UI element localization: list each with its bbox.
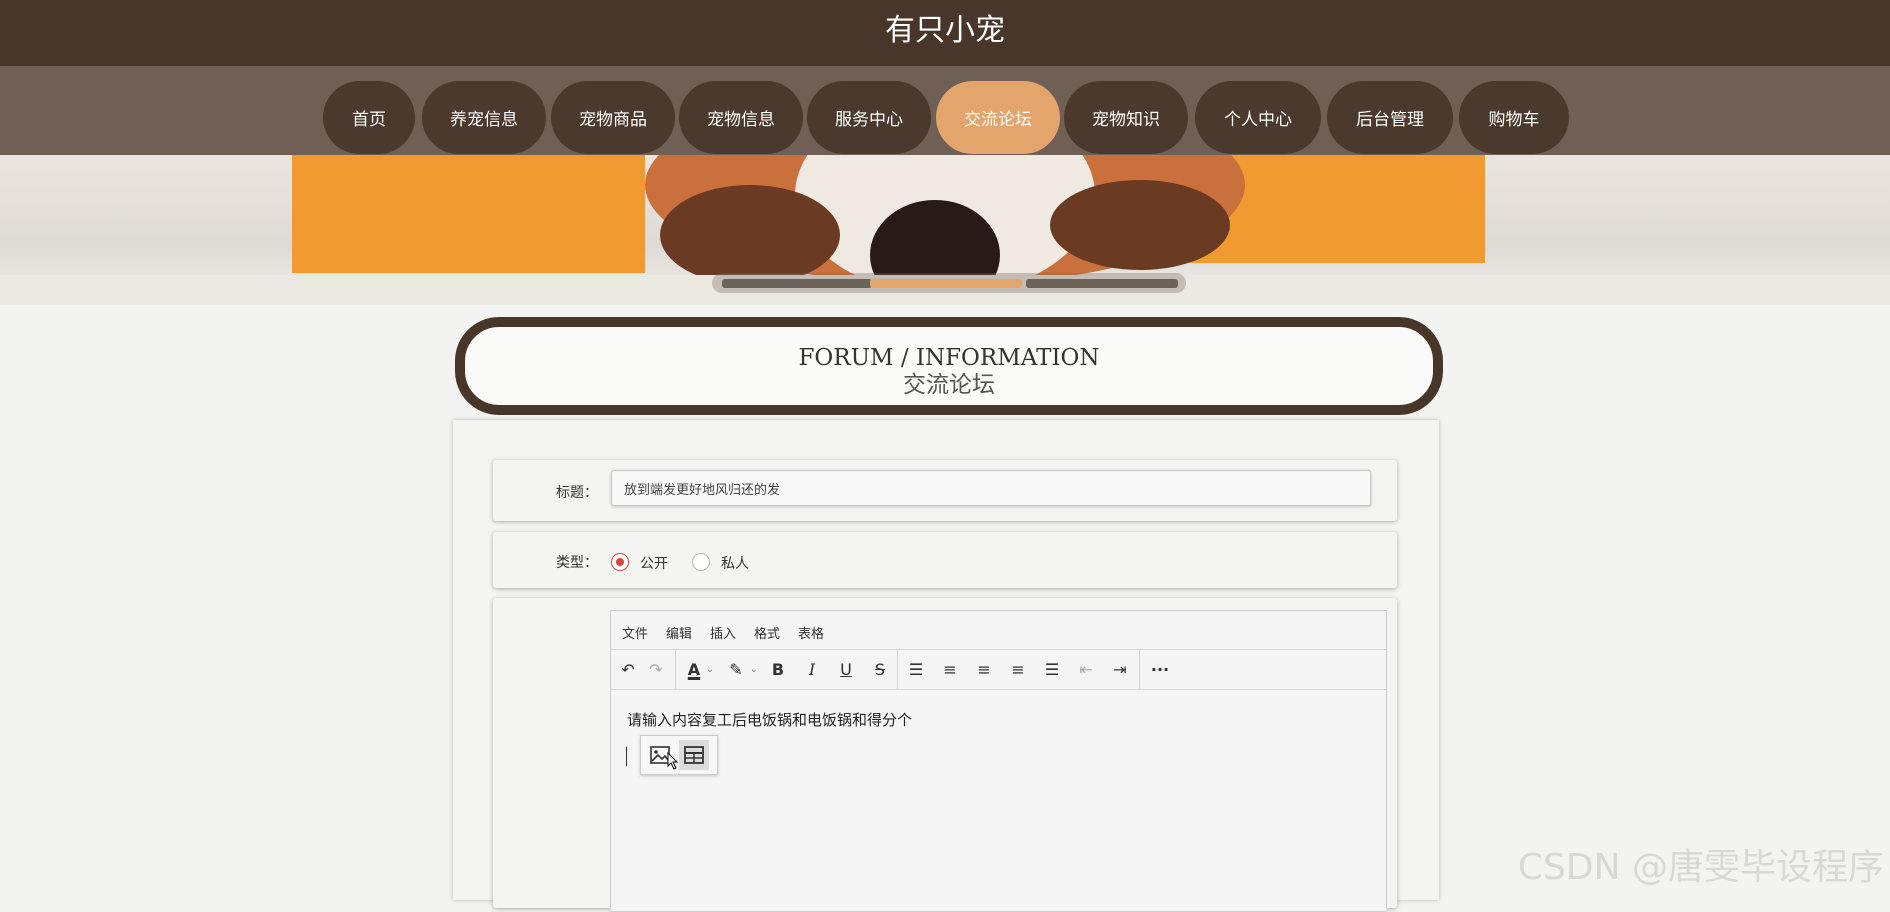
align-right-icon[interactable]: ≡ [1007,659,1029,681]
editor-menubar: 文件 编辑 插入 格式 表格 [611,611,1386,650]
main-nav: 首页 养宠信息 宠物商品 宠物信息 服务中心 交流论坛 宠物知识 个人中心 后台… [0,66,1890,155]
carousel-dot-2[interactable] [870,279,1022,288]
carousel-dot-3[interactable] [1026,279,1178,288]
type-row: 类型： 公开 私人 [493,532,1397,588]
align-left-icon[interactable]: ≡ [939,659,961,681]
redo-icon[interactable]: ↷ [645,659,667,681]
type-private-radio[interactable] [692,553,710,571]
carousel-indicators [712,273,1186,293]
align-center-icon[interactable]: ≡ [973,659,995,681]
text-caret [626,747,627,766]
nav-forum[interactable]: 交流论坛 [936,81,1060,154]
undo-icon[interactable]: ↶ [617,659,639,681]
type-private-label[interactable]: 私人 [721,553,749,573]
nav-service-center[interactable]: 服务中心 [807,81,931,154]
menu-insert[interactable]: 插入 [710,623,736,642]
nav-admin[interactable]: 后台管理 [1327,81,1453,154]
nav-home[interactable]: 首页 [323,81,415,154]
nav-personal-center[interactable]: 个人中心 [1195,81,1321,154]
list-icon[interactable]: ☰ [905,659,927,681]
menu-edit[interactable]: 编辑 [666,623,692,642]
nav-pet-info[interactable]: 宠物信息 [679,81,803,154]
site-header: 有只小宠 [0,0,1890,66]
site-title: 有只小宠 [885,13,1005,48]
type-label: 类型： [556,555,598,571]
section-title-cn: 交流论坛 [903,372,995,398]
mouse-cursor-icon [667,751,679,774]
menu-format[interactable]: 格式 [754,623,780,642]
nav-pet-raising-info[interactable]: 养宠信息 [422,81,546,154]
menu-file[interactable]: 文件 [622,623,648,642]
title-label: 标题： [556,485,598,501]
bold-icon[interactable]: B [767,659,789,681]
watermark: CSDN @唐雯毕设程序 [1517,847,1884,888]
editor-content[interactable]: 请输入内容复工后电饭锅和电饭锅和得分个 [627,709,912,730]
more-icon[interactable]: ··· [1149,659,1171,681]
carousel-dot-1[interactable] [722,279,872,288]
nav-pet-knowledge[interactable]: 宠物知识 [1064,81,1188,154]
highlight-icon[interactable]: ✎ [725,659,747,681]
font-color-dropdown-icon[interactable]: ⌄ [703,659,717,681]
strikethrough-icon[interactable]: S [869,659,891,681]
italic-icon[interactable]: I [801,659,823,681]
underline-icon[interactable]: U [835,659,857,681]
highlight-dropdown-icon[interactable]: ⌄ [747,659,761,681]
type-public-label[interactable]: 公开 [640,553,668,573]
menu-table[interactable]: 表格 [798,623,824,642]
nav-cart[interactable]: 购物车 [1459,81,1569,154]
section-title-card: FORUM / INFORMATION 交流论坛 [455,317,1443,415]
font-color-icon[interactable]: A [683,659,705,681]
nav-pet-products[interactable]: 宠物商品 [551,81,675,154]
section-title-en: FORUM / INFORMATION [798,345,1100,371]
outdent-icon[interactable]: ⇤ [1075,659,1097,681]
table-icon[interactable] [679,740,709,770]
indent-icon[interactable]: ⇥ [1109,659,1131,681]
content-row: 文件 编辑 插入 格式 表格 ↶ ↷ A ⌄ ✎ ⌄ B I U S ☰ ≡ ≡… [493,598,1397,912]
justify-icon[interactable]: ☰ [1041,659,1063,681]
editor-toolbar: ↶ ↷ A ⌄ ✎ ⌄ B I U S ☰ ≡ ≡ ≡ ☰ ⇤ ⇥ ··· [611,650,1386,690]
quick-insert-toolbar [640,735,718,775]
banner-carousel[interactable] [0,155,1890,305]
rich-text-editor: 文件 编辑 插入 格式 表格 ↶ ↷ A ⌄ ✎ ⌄ B I U S ☰ ≡ ≡… [610,610,1387,912]
title-row: 标题： [493,460,1397,521]
type-public-radio[interactable] [611,553,629,571]
title-input[interactable] [611,470,1371,506]
